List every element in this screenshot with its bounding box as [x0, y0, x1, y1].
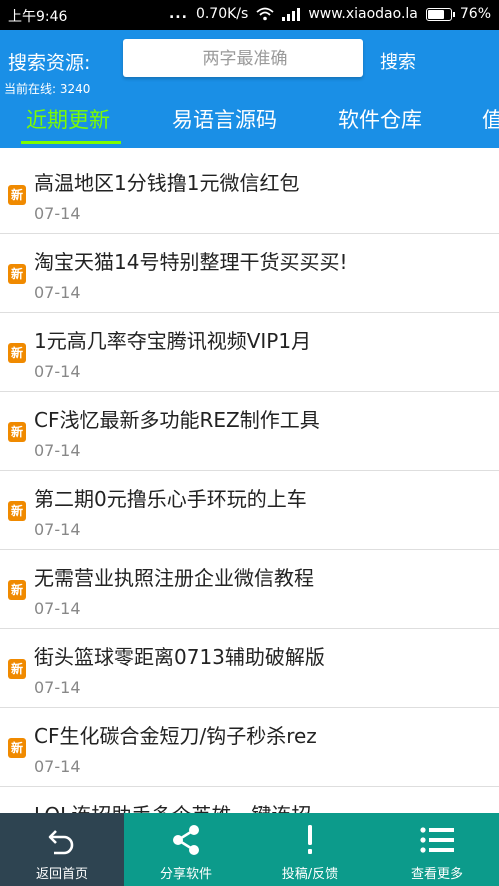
list-item[interactable]: 新 第二期0元撸乐心手环玩的上车 07-14 — [0, 471, 499, 550]
article-list: 新 高温地区1分钱撸1元微信红包 07-14 新 淘宝天猫14号特别整理干货买买… — [0, 155, 499, 813]
nav-back-home[interactable]: 返回首页 — [0, 813, 124, 886]
item-title: 第二期0元撸乐心手环玩的上车 — [34, 487, 307, 511]
nav-label: 分享软件 — [159, 867, 212, 882]
search-button[interactable]: 搜索 — [380, 48, 416, 74]
bottom-nav: 返回首页 分享软件 投稿/反馈 查看更多 — [0, 813, 499, 886]
list-item[interactable]: 新 高温地区1分钱撸1元微信红包 07-14 — [0, 155, 499, 234]
nav-label: 返回首页 — [35, 867, 88, 882]
status-time: 上午9:46 — [8, 9, 68, 25]
item-title: 高温地区1分钱撸1元微信红包 — [34, 171, 300, 195]
item-title: CF浅忆最新多功能REZ制作工具 — [34, 408, 320, 432]
item-date: 07-14 — [34, 204, 81, 223]
item-date: 07-14 — [34, 520, 81, 539]
search-label: 搜索资源: — [8, 52, 91, 74]
list-item[interactable]: 新 街头篮球零距离0713辅助破解版 07-14 — [0, 629, 499, 708]
search-box — [123, 39, 367, 79]
nav-submit-feedback[interactable]: 投稿/反馈 — [248, 813, 372, 886]
item-date: 07-14 — [34, 757, 81, 776]
list-item[interactable]: 新 CF生化碳合金短刀/钩子秒杀rez 07-14 — [0, 708, 499, 787]
item-title: 街头篮球零距离0713辅助破解版 — [34, 645, 325, 669]
status-right: ... 0.70K/s www.xiaodao.la 76% — [169, 6, 491, 22]
active-tab-indicator — [21, 141, 121, 144]
new-badge: 新 — [8, 659, 26, 679]
new-badge: 新 — [8, 422, 26, 442]
new-badge: 新 — [8, 343, 26, 363]
category-tabs: 近期更新 易语言源码 软件仓库 值 — [0, 96, 499, 144]
item-date: 07-14 — [34, 362, 81, 381]
new-badge: 新 — [8, 264, 26, 284]
list-item[interactable]: 新 无需营业执照注册企业微信教程 07-14 — [0, 550, 499, 629]
item-title: 1元高几率夺宝腾讯视频VIP1月 — [34, 329, 312, 353]
network-speed: 0.70K/s — [195, 6, 249, 22]
tab-recent-updates[interactable]: 近期更新 — [26, 104, 110, 134]
item-title: CF生化碳合金短刀/钩子秒杀rez — [34, 724, 317, 748]
nav-view-more[interactable]: 查看更多 — [375, 813, 499, 886]
share-icon — [173, 825, 199, 855]
tab-software-warehouse[interactable]: 软件仓库 — [338, 104, 422, 134]
list-item[interactable]: 新 1元高几率夺宝腾讯视频VIP1月 07-14 — [0, 313, 499, 392]
app-header: 搜索资源: 搜索 当前在线: 3240 近期更新 易语言源码 软件仓库 值 — [0, 30, 499, 148]
battery-icon — [425, 7, 455, 21]
wifi-icon — [256, 7, 274, 21]
nav-label: 投稿/反馈 — [281, 867, 339, 882]
battery-percent: 76% — [459, 6, 491, 22]
notification-dots: ... — [168, 6, 188, 22]
status-url: www.xiaodao.la — [308, 6, 418, 22]
list-icon — [420, 827, 454, 853]
tab-more[interactable]: 值 — [482, 104, 499, 134]
list-item[interactable]: 新 CF浅忆最新多功能REZ制作工具 07-14 — [0, 392, 499, 471]
item-title: LOL连招助手多个英雄一键连招 — [34, 799, 311, 813]
online-count: 当前在线: 3240 — [4, 82, 91, 96]
list-item[interactable]: 新 淘宝天猫14号特别整理干货买买买! 07-14 — [0, 234, 499, 313]
item-date: 07-14 — [34, 441, 81, 460]
new-badge: 新 — [8, 501, 26, 521]
exclamation-icon — [308, 825, 312, 854]
nav-label: 查看更多 — [410, 867, 463, 882]
new-badge: 新 — [8, 580, 26, 600]
new-badge: 新 — [8, 738, 26, 758]
nav-share-software[interactable]: 分享软件 — [124, 813, 248, 886]
item-date: 07-14 — [34, 678, 81, 697]
search-input[interactable] — [123, 39, 367, 79]
list-item[interactable]: 新 LOL连招助手多个英雄一键连招 07-14 — [0, 787, 499, 813]
back-icon — [48, 830, 74, 855]
signal-icon — [282, 7, 301, 21]
item-title: 淘宝天猫14号特别整理干货买买买! — [34, 250, 348, 274]
new-badge: 新 — [8, 185, 26, 205]
item-title: 无需营业执照注册企业微信教程 — [34, 566, 314, 590]
item-date: 07-14 — [34, 283, 81, 302]
item-date: 07-14 — [34, 599, 81, 618]
status-bar: 上午9:46 ... 0.70K/s www.xiaodao.la 76% — [0, 0, 499, 30]
tab-easy-language-source[interactable]: 易语言源码 — [172, 104, 277, 134]
